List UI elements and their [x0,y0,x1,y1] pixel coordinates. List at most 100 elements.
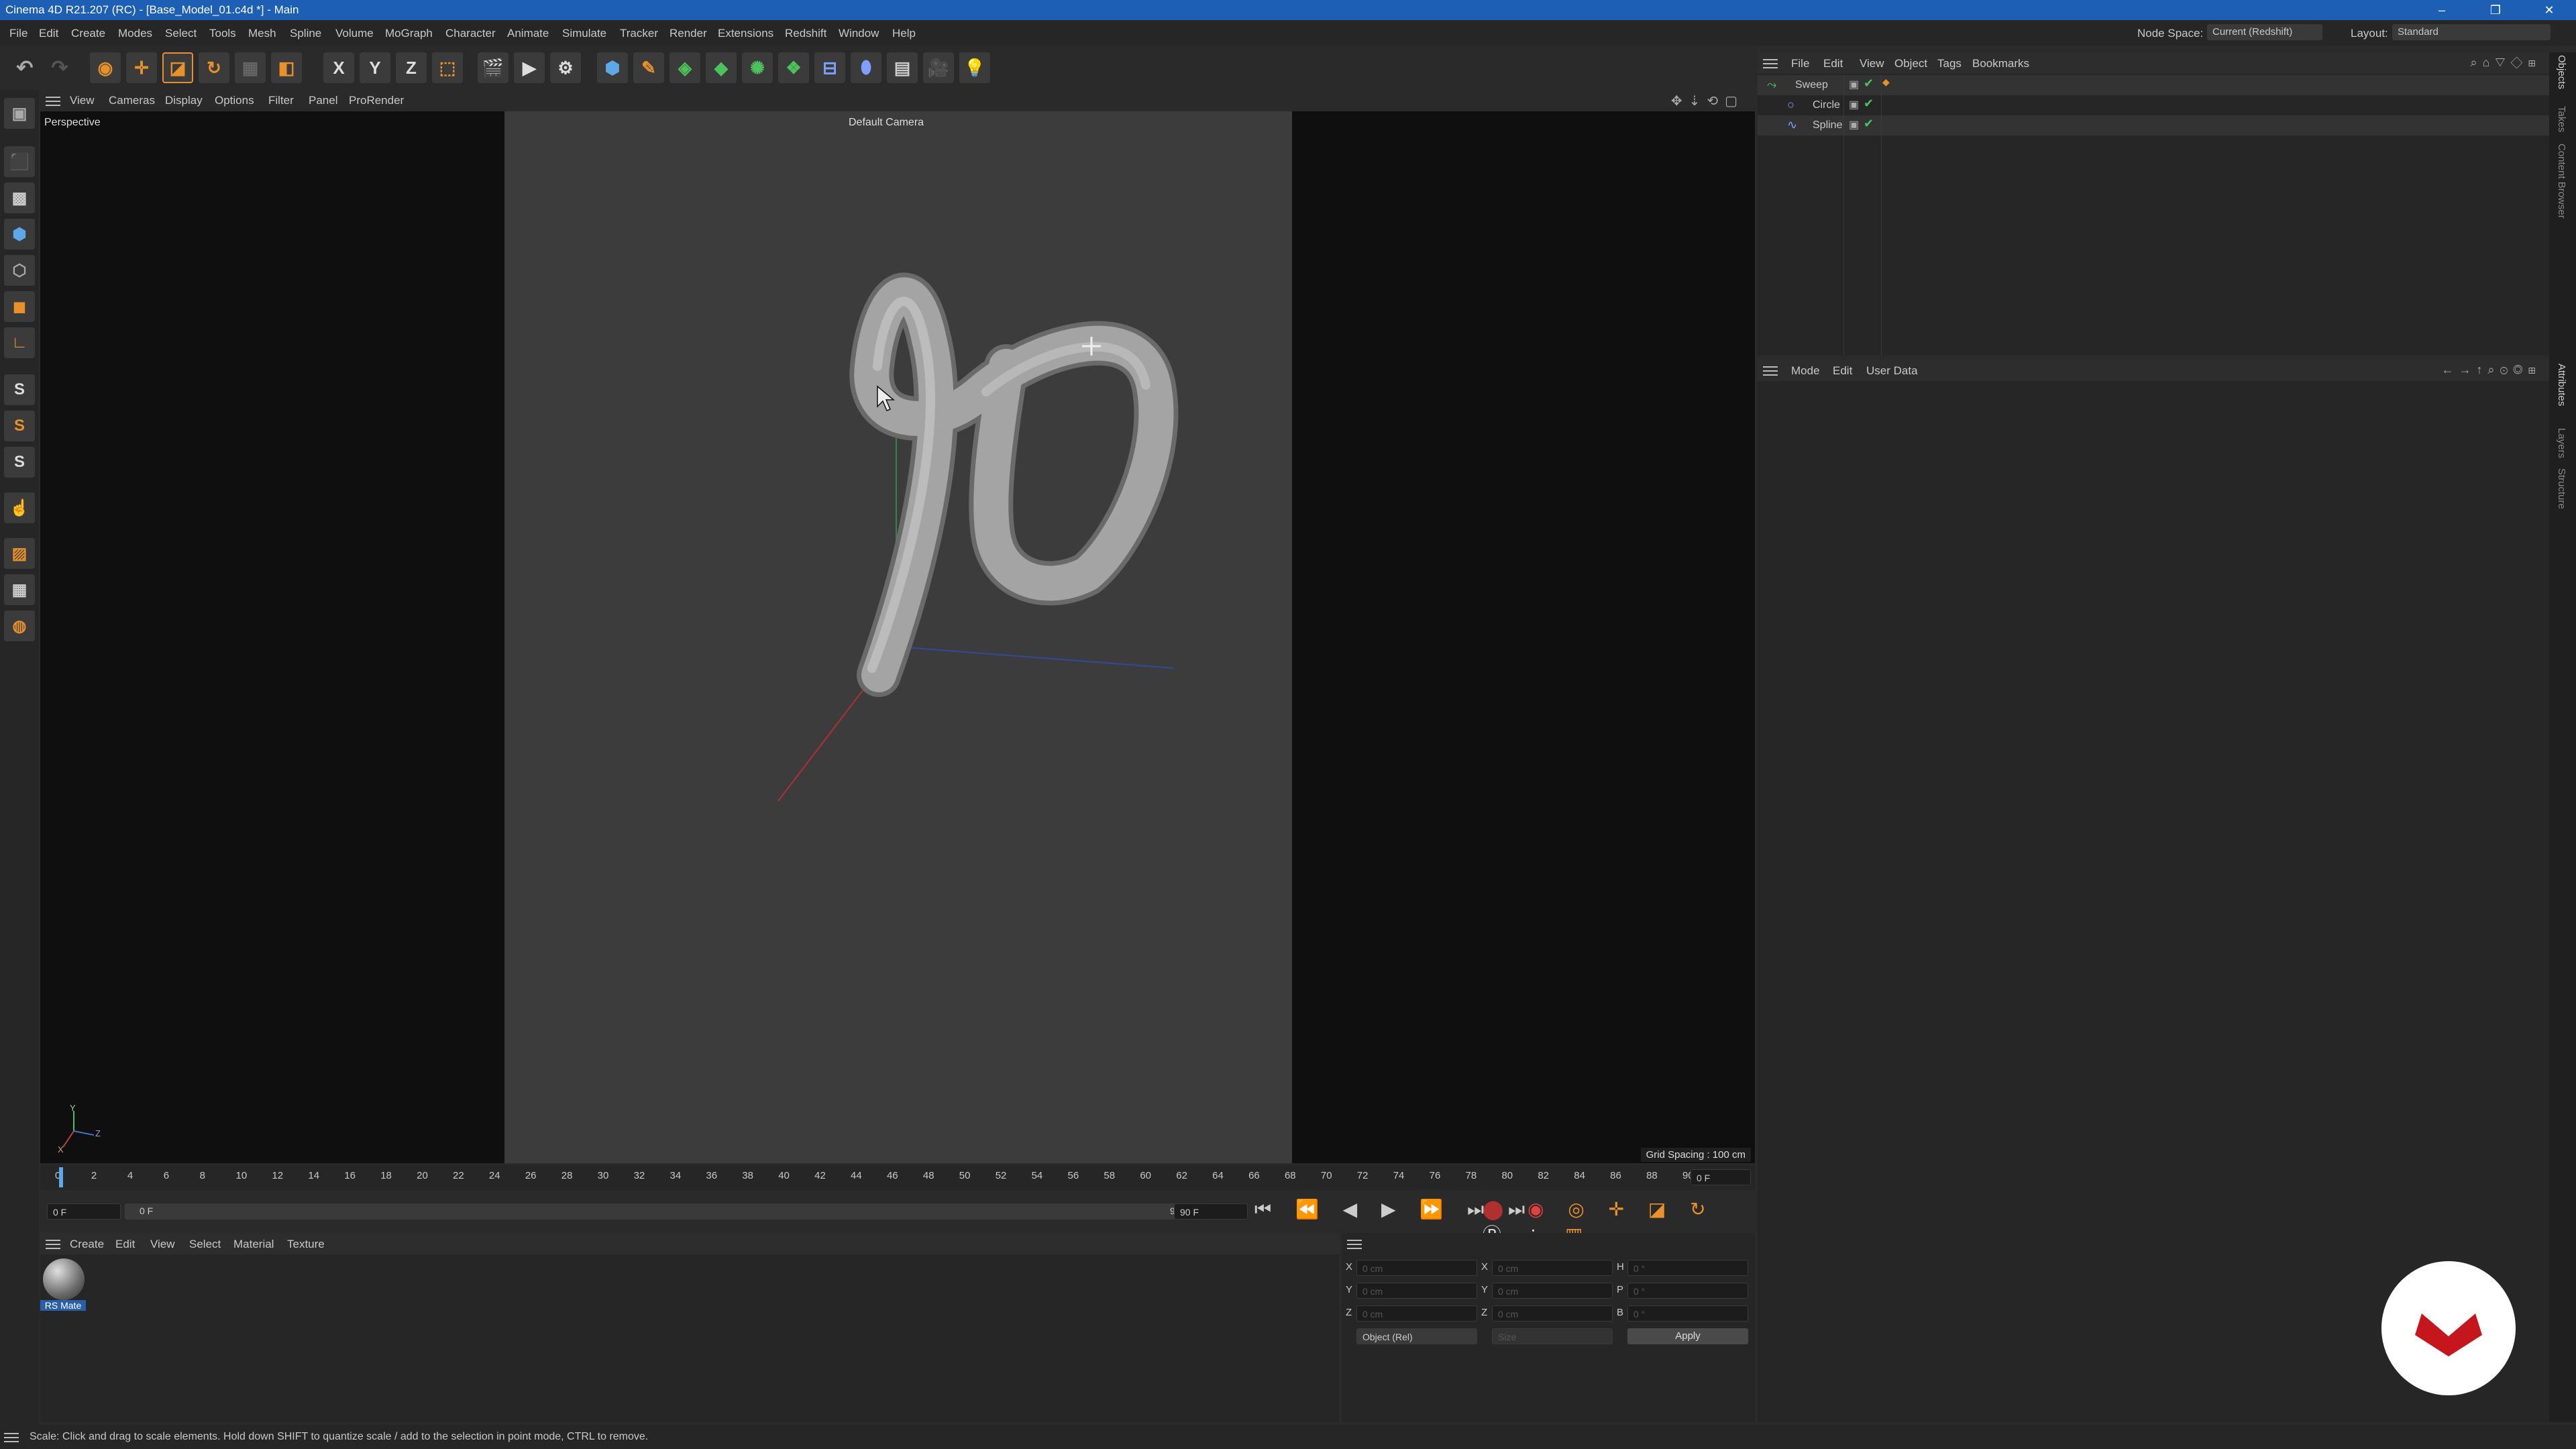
viewport-menu-cameras[interactable]: Cameras [109,94,155,107]
object-menu-bookmarks[interactable]: Bookmarks [1972,57,2029,70]
apply-button[interactable]: Apply [1627,1328,1748,1344]
tab-takes[interactable]: Takes [2556,106,2567,132]
menu-redshift[interactable]: Redshift [785,27,826,40]
key-position-icon[interactable]: ✛ [1609,1199,1633,1220]
close-button[interactable]: ✕ [2522,0,2576,20]
object-menu-edit[interactable]: Edit [1823,57,1843,70]
render-region-icon[interactable]: 🎬 [478,52,508,83]
undo-icon[interactable]: ↶ [9,52,40,83]
pen-icon[interactable]: ✎ [633,52,664,83]
camera-icon[interactable]: 🎥 [923,52,954,83]
menu-modes[interactable]: Modes [118,27,152,40]
object-menu-object[interactable]: Object [1894,57,1927,70]
z-axis-lock-button[interactable]: Z [396,52,427,83]
texture-mode-icon[interactable]: ▩ [4,182,35,213]
scale-icon[interactable]: ◪ [162,52,193,83]
menu-render[interactable]: Render [669,27,707,40]
workplane-icon[interactable]: ▨ [4,538,35,569]
move-icon[interactable]: ✛ [126,52,157,83]
menu-edit[interactable]: Edit [39,27,58,40]
menu-create[interactable]: Create [71,27,105,40]
make-editable-icon[interactable]: ▣ [4,98,35,129]
rot-p-field[interactable]: 0 ° [1627,1283,1748,1299]
size-z-field[interactable]: 0 cm [1492,1305,1613,1322]
viewport-menu-view[interactable]: View [70,94,95,107]
viewport-hamburger-icon[interactable] [46,94,60,107]
key-rotation-icon[interactable]: ↻ [1690,1199,1715,1220]
status-hamburger-icon[interactable] [4,1430,19,1444]
mograph-icon[interactable]: ❖ [778,52,809,83]
layout-dropdown[interactable]: Standard [2392,24,2551,40]
viewport-menu-display[interactable]: Display [165,94,203,107]
menu-simulate[interactable]: Simulate [562,27,606,40]
viewport-menu-panel[interactable]: Panel [309,94,337,107]
keyframe-selection-icon[interactable]: ◎ [1568,1199,1593,1220]
autokey-icon[interactable]: ◉ [1527,1199,1553,1220]
goto-start-icon[interactable]: ⏮ [1254,1199,1281,1220]
object-row-sweep[interactable]: ⤳ Sweep ▣ ✔ ◆ [1758,75,2549,95]
material-menu-view[interactable]: View [150,1238,175,1251]
attribute-menu-mode[interactable]: Mode [1791,364,1820,378]
start-frame-field[interactable]: 0 F [47,1203,121,1220]
object-row-circle[interactable]: ○ Circle ▣ ✔ [1758,95,2549,115]
deformer-icon[interactable]: ⊟ [814,52,845,83]
grid-icon[interactable]: ▦ [4,574,35,605]
size-y-field[interactable]: 0 cm [1492,1283,1613,1299]
polygons-mode-icon[interactable]: ◼ [4,291,35,322]
material-menu-select[interactable]: Select [189,1238,221,1251]
size-mode-dropdown[interactable]: Size [1492,1328,1613,1344]
y-axis-lock-button[interactable]: Y [360,52,390,83]
redo-icon[interactable]: ↷ [44,52,75,83]
tag-icon[interactable]: ◆ [1882,76,1890,88]
object-manager-tools[interactable]: ⌕⌂▽◇⊞ [2470,56,2541,70]
live-selection-icon[interactable]: ◉ [90,52,121,83]
snap-settings-button[interactable]: S [4,411,35,441]
menu-help[interactable]: Help [892,27,916,40]
snap-button[interactable]: S [4,374,35,405]
tab-objects[interactable]: Objects [2556,55,2567,89]
preview-range-slider[interactable]: 0 F 90 F [125,1203,1202,1220]
material-menu-edit[interactable]: Edit [115,1238,135,1251]
menu-extensions[interactable]: Extensions [718,27,773,40]
recent-tools-icon[interactable]: ▦ [235,52,266,83]
menu-select[interactable]: Select [165,27,197,40]
points-mode-icon[interactable]: ⬢ [4,219,35,250]
attribute-menu-edit[interactable]: Edit [1833,364,1852,378]
viewport-menu-filter[interactable]: Filter [268,94,294,107]
transform-icon[interactable]: ◧ [271,52,302,83]
extrude-icon[interactable]: ◆ [706,52,737,83]
viewport-menu-prorender[interactable]: ProRender [349,94,404,107]
menu-animate[interactable]: Animate [507,27,549,40]
axis-mode-icon[interactable]: ∟ [4,327,35,358]
viewport-nav-icons[interactable]: ✥⇣⟲▢ [1671,93,1744,109]
menu-volume[interactable]: Volume [335,27,374,40]
x-axis-lock-button[interactable]: X [323,52,354,83]
material-menu-create[interactable]: Create [70,1238,104,1251]
object-menu-view[interactable]: View [1860,57,1884,70]
pos-z-field[interactable]: 0 cm [1356,1305,1477,1322]
sweep-object[interactable] [849,272,1179,697]
layer-icon[interactable]: ▣ [1849,98,1859,111]
minimize-button[interactable]: – [2415,0,2469,20]
viewport-menu-options[interactable]: Options [215,94,254,107]
attribute-menu-user-data[interactable]: User Data [1866,364,1918,378]
key-scale-icon[interactable]: ◪ [1648,1199,1675,1220]
render-settings-icon[interactable]: ⚙ [550,52,581,83]
solo-icon[interactable]: ◍ [4,610,35,641]
menu-file[interactable]: File [9,27,28,40]
rotate-icon[interactable]: ↻ [199,52,229,83]
rot-b-field[interactable]: 0 ° [1627,1305,1748,1322]
tab-attributes[interactable]: Attributes [2556,364,2567,406]
object-row-spline[interactable]: ∿ Spline ▣ ✔ [1758,115,2549,136]
prev-frame-icon[interactable]: ◀ [1343,1199,1367,1220]
cube-icon[interactable]: ⬢ [597,52,628,83]
tab-content-browser[interactable]: Content Browser [2556,144,2567,219]
quantize-button[interactable]: S [4,447,35,478]
coord-hamburger-icon[interactable] [1347,1237,1362,1250]
attribute-hamburger-icon[interactable] [1763,364,1778,377]
material-hamburger-icon[interactable] [46,1237,60,1250]
enabled-check-icon[interactable]: ✔ [1864,97,1874,111]
cloner-icon[interactable]: ✺ [742,52,773,83]
menu-mesh[interactable]: Mesh [248,27,276,40]
tab-structure[interactable]: Structure [2556,468,2567,509]
